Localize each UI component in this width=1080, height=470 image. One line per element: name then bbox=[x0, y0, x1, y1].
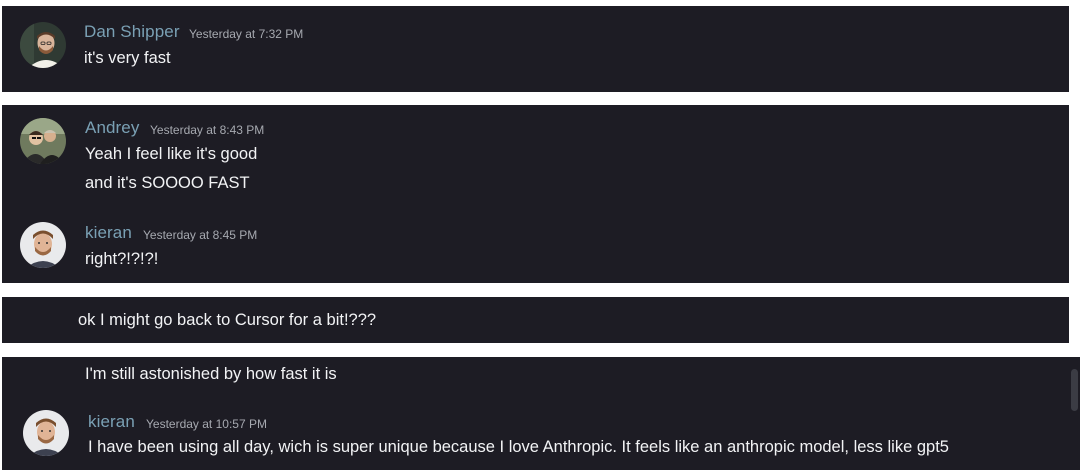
timestamp[interactable]: Yesterday at 8:45 PM bbox=[143, 228, 257, 242]
message-text: ok I might go back to Cursor for a bit!?… bbox=[78, 311, 377, 329]
message-group-kieran: I'm still astonished by how fast it is k… bbox=[2, 357, 1080, 470]
message-group-andrey-kieran: Andrey Yesterday at 8:43 PM Yeah I feel … bbox=[2, 105, 1069, 283]
message-group-dan-shipper: Dan Shipper Yesterday at 7:32 PM it's ve… bbox=[2, 6, 1069, 92]
scrollbar-thumb[interactable] bbox=[1071, 369, 1078, 411]
message-text: it's very fast bbox=[84, 49, 171, 67]
avatar-dan-shipper[interactable] bbox=[20, 22, 66, 68]
avatar-kieran[interactable] bbox=[23, 410, 69, 456]
message-text: right?!?!?! bbox=[85, 250, 159, 268]
timestamp[interactable]: Yesterday at 10:57 PM bbox=[146, 417, 267, 431]
avatar-andrey[interactable] bbox=[20, 118, 66, 164]
message-text: Yeah I feel like it's good bbox=[85, 145, 258, 163]
message-text: I'm still astonished by how fast it is bbox=[85, 365, 337, 383]
author-name[interactable]: Dan Shipper bbox=[84, 22, 180, 42]
message-text: I have been using all day, wich is super… bbox=[88, 438, 949, 456]
timestamp[interactable]: Yesterday at 7:32 PM bbox=[189, 27, 303, 41]
author-name[interactable]: kieran bbox=[88, 412, 135, 432]
avatar-kieran[interactable] bbox=[20, 222, 66, 268]
author-name[interactable]: kieran bbox=[85, 223, 132, 243]
message-group-continuation: ok I might go back to Cursor for a bit!?… bbox=[2, 297, 1069, 343]
timestamp[interactable]: Yesterday at 8:43 PM bbox=[150, 123, 264, 137]
author-name[interactable]: Andrey bbox=[85, 118, 139, 138]
message-text: and it's SOOOO FAST bbox=[85, 174, 250, 192]
